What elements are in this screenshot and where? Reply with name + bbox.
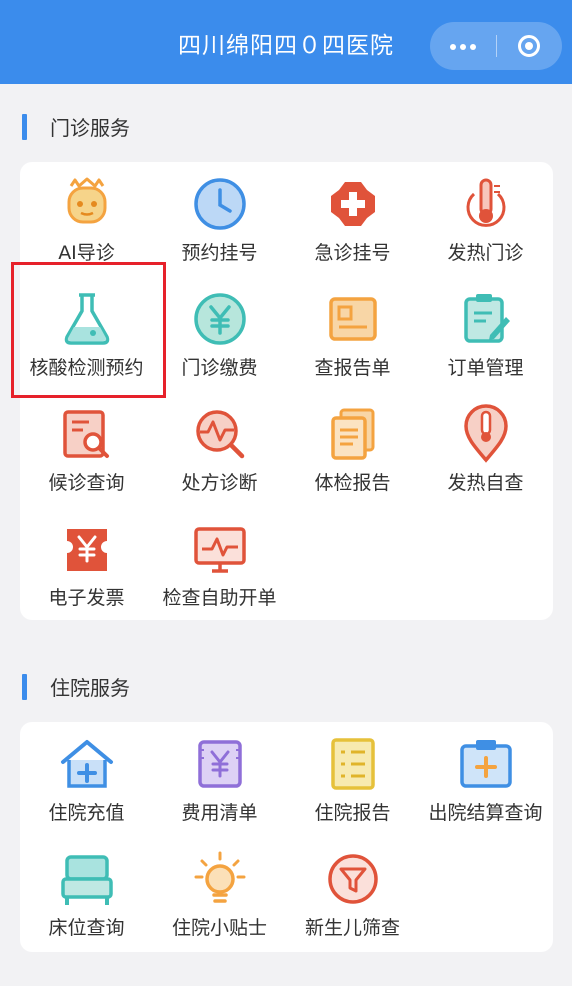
service-label: 费用清单 bbox=[181, 802, 258, 824]
service-label: 电子发票 bbox=[48, 587, 125, 609]
service-label: 住院充值 bbox=[48, 802, 125, 824]
bed-icon bbox=[61, 855, 113, 905]
service-label: 住院小贴士 bbox=[171, 917, 267, 939]
service-expense-list[interactable]: 费用清单 bbox=[153, 722, 286, 837]
service-label: 急诊挂号 bbox=[314, 242, 391, 264]
service-label: 核酸检测预约 bbox=[29, 357, 144, 379]
service-bed-query[interactable]: 床位查询 bbox=[20, 837, 153, 952]
service-label: 住院报告 bbox=[314, 802, 391, 824]
document-search-icon bbox=[63, 410, 109, 458]
house-plus-icon bbox=[61, 740, 113, 788]
yen-circle-icon bbox=[194, 293, 246, 345]
service-check-report[interactable]: 查报告单 bbox=[286, 277, 419, 392]
section-outpatient-header: 门诊服务 bbox=[0, 108, 572, 148]
service-label: 预约挂号 bbox=[181, 242, 258, 264]
service-nucleic-acid-test[interactable]: 核酸检测预约 bbox=[20, 277, 153, 392]
service-appointment[interactable]: 预约挂号 bbox=[153, 162, 286, 277]
service-e-invoice[interactable]: 电子发票 bbox=[20, 507, 153, 622]
clock-icon bbox=[194, 178, 246, 230]
flask-icon bbox=[64, 293, 110, 345]
service-label: 订单管理 bbox=[447, 357, 524, 379]
header-bar: 四川绵阳四０四医院 bbox=[0, 0, 572, 84]
service-label: 处方诊断 bbox=[181, 472, 258, 494]
pulse-search-icon bbox=[196, 410, 245, 459]
service-label: 床位查询 bbox=[48, 917, 125, 939]
service-label: 查报告单 bbox=[314, 357, 391, 379]
thermometer-icon bbox=[466, 178, 506, 227]
service-inpatient-report[interactable]: 住院报告 bbox=[286, 722, 419, 837]
yen-bill-icon bbox=[198, 740, 242, 788]
medical-kit-icon bbox=[460, 740, 512, 788]
service-label: 门诊缴费 bbox=[181, 357, 258, 379]
section-accent-bar bbox=[22, 674, 27, 700]
edit-clipboard-icon bbox=[464, 294, 510, 343]
service-inpatient-tips[interactable]: 住院小贴士 bbox=[153, 837, 286, 952]
ai-robot-icon bbox=[67, 177, 107, 224]
service-label: 发热门诊 bbox=[447, 242, 524, 264]
service-physical-exam-report[interactable]: 体检报告 bbox=[286, 392, 419, 507]
service-label: 出院结算查询 bbox=[428, 802, 543, 824]
inpatient-card: 住院充值 费用清单 住院报告 出院结算查询 床位查询 住院小贴士 新生儿筛查 bbox=[20, 722, 553, 952]
service-ai-guide[interactable]: AI导诊 bbox=[20, 162, 153, 277]
section-title-outpatient: 门诊服务 bbox=[50, 116, 130, 140]
service-fever-clinic[interactable]: 发热门诊 bbox=[419, 162, 552, 277]
report-card-icon bbox=[329, 297, 377, 341]
section-title-inpatient: 住院服务 bbox=[50, 676, 130, 700]
target-icon[interactable] bbox=[496, 22, 562, 70]
yen-ticket-icon bbox=[67, 529, 107, 571]
service-emergency[interactable]: 急诊挂号 bbox=[286, 162, 419, 277]
service-label: 候诊查询 bbox=[48, 472, 125, 494]
service-order-management[interactable]: 订单管理 bbox=[419, 277, 552, 392]
checklist-icon bbox=[331, 738, 375, 790]
location-thermometer-icon bbox=[464, 404, 508, 463]
stacked-documents-icon bbox=[331, 408, 375, 460]
service-self-order[interactable]: 检查自助开单 bbox=[153, 507, 286, 622]
service-inpatient-recharge[interactable]: 住院充值 bbox=[20, 722, 153, 837]
emergency-cross-icon bbox=[331, 182, 375, 226]
funnel-circle-icon bbox=[328, 854, 378, 904]
service-newborn-screening[interactable]: 新生儿筛查 bbox=[286, 837, 419, 952]
service-discharge-settlement[interactable]: 出院结算查询 bbox=[419, 722, 552, 837]
service-label: 体检报告 bbox=[314, 472, 391, 494]
service-prescription[interactable]: 处方诊断 bbox=[153, 392, 286, 507]
lightbulb-icon bbox=[194, 851, 246, 903]
service-fever-self-check[interactable]: 发热自查 bbox=[419, 392, 552, 507]
mini-program-capsule bbox=[430, 22, 562, 70]
service-queue-query[interactable]: 候诊查询 bbox=[20, 392, 153, 507]
service-label: 检查自助开单 bbox=[162, 587, 277, 609]
more-dots-icon[interactable] bbox=[430, 22, 496, 70]
service-label: 发热自查 bbox=[447, 472, 524, 494]
section-accent-bar bbox=[22, 114, 27, 140]
service-label: AI导诊 bbox=[58, 242, 115, 264]
monitor-pulse-icon bbox=[194, 527, 246, 573]
section-inpatient-header: 住院服务 bbox=[0, 668, 572, 708]
outpatient-card: AI导诊 预约挂号 急诊挂号 发热门诊 核酸检测预约 门诊缴费 查报告单 订单管… bbox=[20, 162, 553, 620]
service-outpatient-payment[interactable]: 门诊缴费 bbox=[153, 277, 286, 392]
service-label: 新生儿筛查 bbox=[304, 917, 400, 939]
